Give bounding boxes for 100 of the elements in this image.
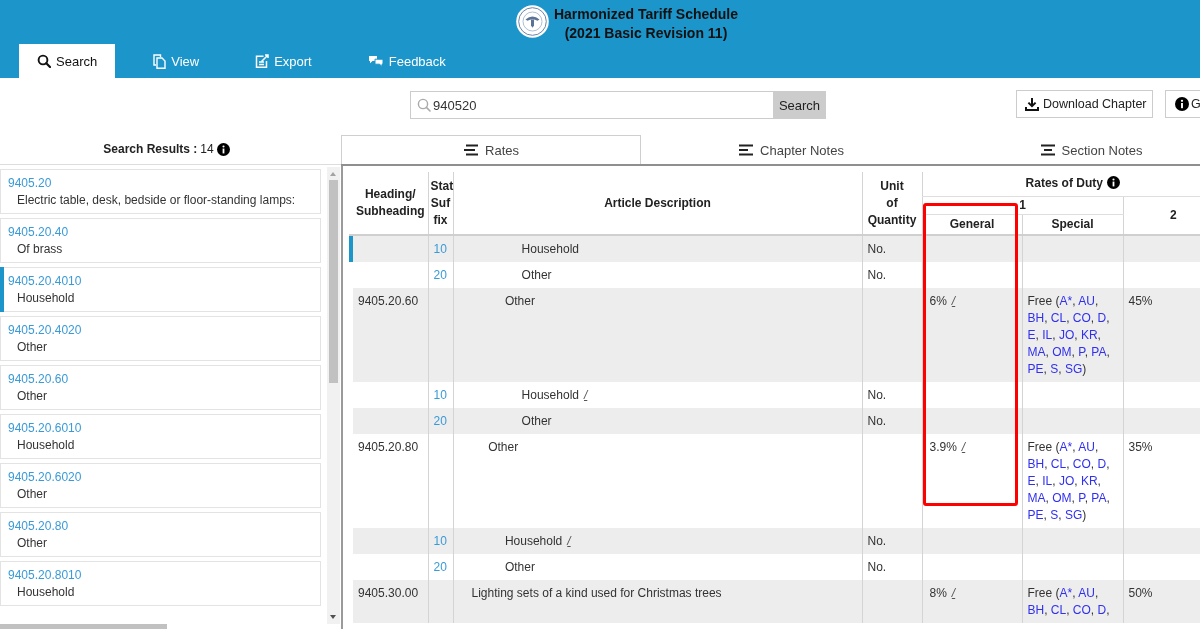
scroll-down-arrow-icon[interactable] — [330, 615, 336, 619]
download-icon — [1025, 97, 1039, 111]
program-link[interactable]: E — [1027, 474, 1036, 488]
result-item[interactable]: 9405.20 Electric table, desk, bedside or floor-standing lamps: — [0, 169, 321, 214]
column-header: 1 — [1019, 197, 1026, 212]
info-icon[interactable] — [216, 143, 230, 156]
lines-icon — [463, 144, 479, 156]
unit-text: No. — [867, 268, 887, 282]
program-link[interactable]: PE — [1027, 508, 1044, 522]
program-link[interactable]: A* — [1059, 294, 1073, 308]
program-link[interactable]: E — [1027, 328, 1036, 342]
result-item[interactable]: 9405.20.6010 Household — [0, 414, 321, 459]
article-description: Household — [521, 242, 579, 256]
result-description: Other — [16, 339, 48, 356]
nav-tab[interactable]: Search — [19, 44, 116, 78]
result-item[interactable]: 9405.20.80 Other — [0, 512, 321, 557]
toolbar-button[interactable]: Download Chapter — [1016, 90, 1153, 118]
article-description: Household — [504, 534, 563, 548]
round-seal-icon — [515, 5, 549, 38]
result-description: Electric table, desk, bedside or floor-standing lamps: — [16, 192, 297, 209]
article-description: Other — [504, 560, 535, 574]
info-icon[interactable] — [1106, 176, 1120, 190]
result-item[interactable]: 9405.20.4020 Other — [0, 316, 321, 361]
column-header: Unit of Quantity — [867, 178, 917, 227]
column-header: Special — [1051, 216, 1094, 231]
horizontal-scrollbar-thumb[interactable] — [0, 624, 167, 629]
scrollbar-thumb[interactable] — [329, 180, 338, 383]
special-rate: Free (A*, AU, BH, CL, CO, D, E, IL, JO, KR, MA, OM, P, PA, PE, S, SG) — [1027, 293, 1111, 378]
result-item[interactable]: 9405.20.6020 Other — [0, 463, 321, 508]
document-pen-icon — [255, 54, 270, 68]
program-link[interactable]: CO — [1072, 603, 1091, 617]
heading-code: 9405.20.80 — [358, 440, 419, 454]
result-item[interactable]: 9405.20.40 Of brass — [0, 218, 321, 263]
column-header: Heading/ Subheading — [355, 187, 425, 218]
program-link[interactable]: A* — [1059, 586, 1073, 600]
article-description: Household — [521, 388, 579, 402]
table-cell — [428, 580, 453, 623]
column-header: Stat Suf fix — [430, 178, 454, 227]
documents-icon — [153, 53, 167, 69]
table-row[interactable]: 10 Household No. — [349, 235, 1200, 262]
page-subtitle: (2021 Basic Revision 11) — [563, 24, 729, 43]
scrollbar-track[interactable] — [327, 167, 340, 624]
program-link[interactable]: AU — [1078, 440, 1095, 454]
program-link[interactable]: AU — [1078, 294, 1095, 308]
speech-bubbles-icon — [367, 55, 384, 67]
left-aligned-lines-icon — [738, 144, 755, 156]
column-header: 2 — [1169, 207, 1177, 222]
heading-code: 9405.30.00 — [358, 586, 419, 600]
program-link[interactable]: MA — [1027, 345, 1046, 359]
special-rate: Free (A*, AU, BH, CL, CO, D, E, IL, JO, KR, MA, OM, P, PA, PE, S, SG) — [1027, 439, 1111, 524]
program-link[interactable]: P — [1078, 345, 1085, 359]
program-link[interactable]: PE — [1027, 362, 1044, 376]
footnote-link[interactable]: / — [951, 586, 956, 600]
program-link[interactable]: CO — [1072, 311, 1091, 325]
column-header: General — [949, 216, 995, 231]
special-rate: Free (A*, AU, BH, CL, CO, D, — [1027, 585, 1111, 619]
column-header: Article Description — [604, 195, 711, 210]
general-rate: 3.9% — [929, 440, 957, 454]
unit-text: No. — [867, 388, 887, 402]
general-rate: 8% — [929, 586, 947, 600]
program-link[interactable]: MA — [1027, 491, 1046, 505]
program-link[interactable]: SG — [1064, 362, 1083, 376]
unit-text: No. — [867, 534, 887, 548]
results-count: 14 — [200, 141, 214, 158]
program-link[interactable]: KR — [1080, 328, 1098, 342]
result-item[interactable]: 9405.20.60 Other — [0, 365, 321, 410]
program-link[interactable]: SG — [1064, 508, 1083, 522]
search-field[interactable]: 940520 — [410, 91, 773, 119]
general-rate: 6% — [929, 294, 947, 308]
info-icon — [1175, 97, 1189, 111]
program-link[interactable]: KR — [1080, 474, 1098, 488]
result-item[interactable]: 9405.20.8010 Household — [0, 561, 321, 606]
program-link[interactable]: P — [1078, 491, 1085, 505]
footnote-link[interactable]: / — [567, 534, 571, 548]
program-link[interactable]: CO — [1072, 457, 1091, 471]
article-description: Lighting sets of a kind used for Christmas trees — [471, 586, 722, 600]
table-cell — [862, 580, 922, 623]
result-description: Other — [16, 535, 48, 552]
footnote-link[interactable]: / — [951, 294, 956, 308]
program-link[interactable]: A* — [1059, 440, 1073, 454]
footnote-link[interactable]: / — [961, 440, 966, 454]
search-icon — [417, 98, 431, 112]
article-description: Other — [521, 268, 552, 282]
result-description: Of brass — [16, 241, 64, 258]
program-link[interactable]: OM — [1052, 491, 1072, 505]
toolbar-button[interactable]: G — [1165, 90, 1200, 118]
result-description: Other — [16, 388, 48, 405]
footnote-link[interactable]: / — [583, 388, 588, 402]
program-link[interactable]: OM — [1052, 345, 1072, 359]
article-description: Other — [488, 440, 519, 454]
search-button[interactable]: Search — [773, 91, 826, 119]
result-description: Household — [16, 437, 76, 454]
result-description: Household — [16, 290, 76, 307]
result-item[interactable]: 9405.20.4010 Household — [0, 267, 321, 312]
page-title: Harmonized Tariff Schedule — [553, 5, 739, 24]
unit-text: No. — [867, 414, 887, 428]
panel-tab[interactable]: Rates — [341, 135, 641, 164]
program-link[interactable]: AU — [1078, 586, 1095, 600]
search-icon — [37, 54, 51, 68]
scroll-up-arrow-icon[interactable] — [330, 172, 336, 176]
